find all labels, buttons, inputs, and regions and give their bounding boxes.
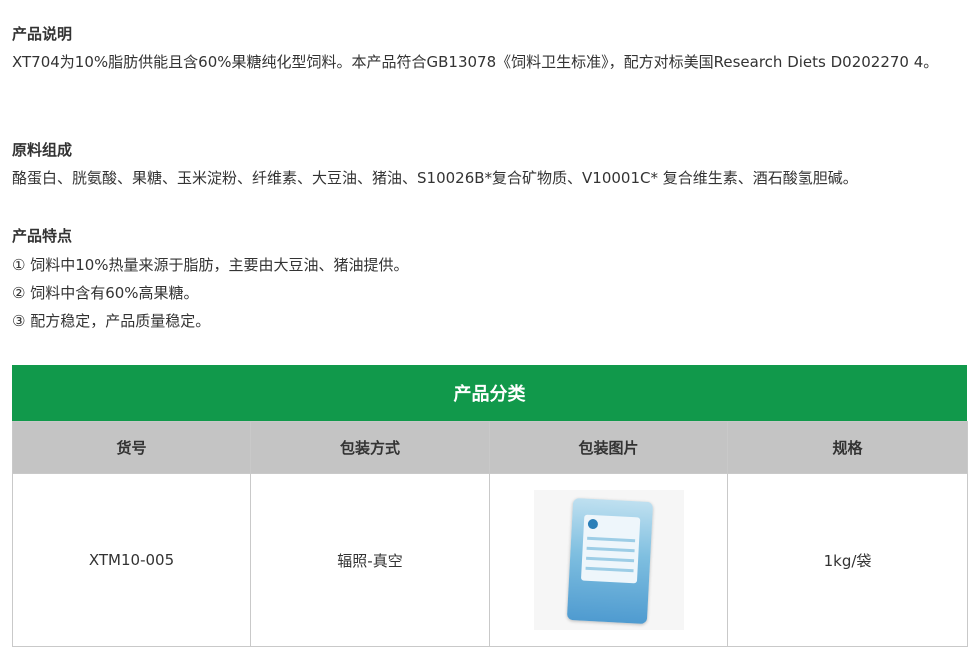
features-list: ① 饲料中10%热量来源于脂肪，主要由大豆油、猪油提供。 ② 饲料中含有60%高… xyxy=(12,251,409,335)
bag-label xyxy=(580,514,640,584)
feature-item: ③ 配方稳定，产品质量稳定。 xyxy=(12,312,211,330)
classification-table: 货号 包装方式 包装图片 规格 XTM10-005 辐照-真空 1kg/袋 xyxy=(12,421,968,647)
cell-packaging: 辐照-真空 xyxy=(250,473,490,647)
cell-spec: 1kg/袋 xyxy=(727,473,968,647)
product-table: 产品分类 货号 包装方式 包装图片 规格 XTM10-005 辐照-真空 1kg… xyxy=(12,365,968,647)
cell-sku: XTM10-005 xyxy=(12,473,251,647)
feed-bag-image xyxy=(533,490,684,630)
table-title: 产品分类 xyxy=(12,365,967,421)
feature-item: ② 饲料中含有60%高果糖。 xyxy=(12,284,199,302)
table-row: XTM10-005 辐照-真空 1kg/袋 xyxy=(12,473,968,647)
header-image: 包装图片 xyxy=(489,421,728,474)
description-title: 产品说明 xyxy=(12,25,73,43)
ingredients-title: 原料组成 xyxy=(12,141,73,159)
description-text: XT704为10%脂肪供能且含60%果糖纯化型饲料。本产品符合GB13078《饲… xyxy=(12,53,939,71)
header-sku: 货号 xyxy=(12,421,251,474)
cell-image xyxy=(489,473,728,647)
features-title: 产品特点 xyxy=(12,227,73,245)
table-header-row: 货号 包装方式 包装图片 规格 xyxy=(12,421,968,474)
bag-shape xyxy=(566,497,653,625)
feature-item: ① 饲料中10%热量来源于脂肪，主要由大豆油、猪油提供。 xyxy=(12,256,409,274)
ingredients-text: 酪蛋白、胱氨酸、果糖、玉米淀粉、纤维素、大豆油、猪油、S10026B*复合矿物质… xyxy=(12,169,858,187)
header-spec: 规格 xyxy=(727,421,968,474)
brand-logo-icon xyxy=(587,518,598,530)
header-packaging: 包装方式 xyxy=(250,421,490,474)
